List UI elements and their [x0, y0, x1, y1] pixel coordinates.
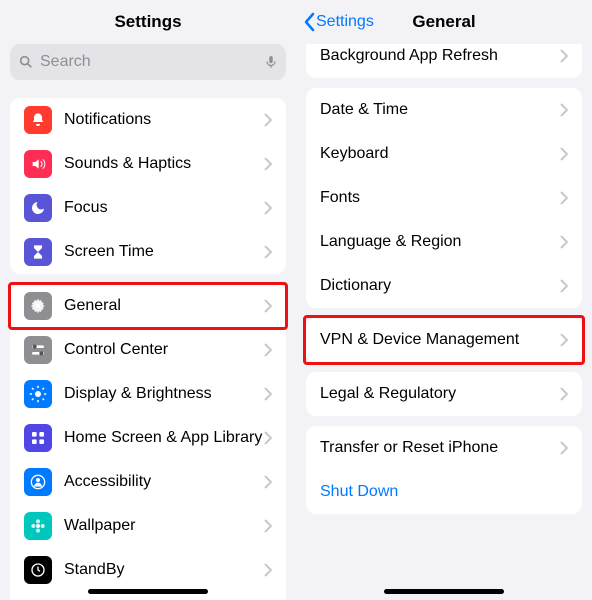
row-label: VPN & Device Management: [320, 331, 560, 349]
home-indicator[interactable]: [88, 589, 208, 594]
mic-icon[interactable]: [264, 53, 278, 71]
row-label: Background App Refresh: [320, 47, 560, 65]
moon-icon: [24, 194, 52, 222]
row-sounds[interactable]: Sounds & Haptics: [10, 142, 286, 186]
row-datetime[interactable]: Date & Time: [306, 88, 582, 132]
sun-icon: [24, 380, 52, 408]
row-accessibility[interactable]: Accessibility: [10, 460, 286, 504]
chevron-right-icon: [560, 147, 568, 161]
chevron-right-icon: [560, 191, 568, 205]
row-transfer[interactable]: Transfer or Reset iPhone: [306, 426, 582, 470]
row-label: Dictionary: [320, 277, 560, 295]
row-general[interactable]: General: [10, 284, 286, 328]
search-bar[interactable]: [10, 44, 286, 80]
row-label: Language & Region: [320, 233, 560, 251]
row-legal[interactable]: Legal & Regulatory: [306, 372, 582, 416]
row-screentime[interactable]: Screen Time: [10, 230, 286, 274]
chevron-right-icon: [264, 387, 272, 401]
row-label: Accessibility: [64, 473, 264, 491]
row-wallpaper[interactable]: Wallpaper: [10, 504, 286, 548]
chevron-right-icon: [560, 235, 568, 249]
row-label: Fonts: [320, 189, 560, 207]
row-standby[interactable]: StandBy: [10, 548, 286, 592]
row-fonts[interactable]: Fonts: [306, 176, 582, 220]
row-label: Focus: [64, 199, 264, 217]
gear-icon: [24, 292, 52, 320]
chevron-right-icon: [560, 103, 568, 117]
back-label: Settings: [316, 13, 374, 31]
row-label: Transfer or Reset iPhone: [320, 439, 560, 457]
row-language[interactable]: Language & Region: [306, 220, 582, 264]
settings-title: Settings: [114, 12, 181, 32]
row-shutdown[interactable]: Shut Down: [306, 470, 582, 514]
row-label: Display & Brightness: [64, 385, 264, 403]
chevron-right-icon: [264, 201, 272, 215]
chevron-right-icon: [264, 563, 272, 577]
row-label: Notifications: [64, 111, 264, 129]
general-header: Settings General: [296, 0, 592, 44]
row-label: StandBy: [64, 561, 264, 579]
row-vpn[interactable]: VPN & Device Management: [306, 318, 582, 362]
chevron-right-icon: [264, 519, 272, 533]
row-label: Wallpaper: [64, 517, 264, 535]
hourglass-icon: [24, 238, 52, 266]
chevron-right-icon: [264, 113, 272, 127]
search-icon: [18, 54, 34, 70]
row-homescreen[interactable]: Home Screen & App Library: [10, 416, 286, 460]
chevron-right-icon: [560, 333, 568, 347]
row-focus[interactable]: Focus: [10, 186, 286, 230]
bell-icon: [24, 106, 52, 134]
speaker-icon: [24, 150, 52, 178]
chevron-right-icon: [560, 387, 568, 401]
chevron-right-icon: [560, 441, 568, 455]
person-icon: [24, 468, 52, 496]
row-label: General: [64, 297, 264, 315]
chevron-right-icon: [264, 475, 272, 489]
row-bgrefresh[interactable]: Background App Refresh: [306, 44, 582, 78]
chevron-right-icon: [264, 299, 272, 313]
clock-icon: [24, 556, 52, 584]
chevron-right-icon: [264, 431, 272, 445]
chevron-right-icon: [560, 49, 568, 63]
row-label: Shut Down: [320, 483, 568, 501]
search-input[interactable]: [34, 53, 264, 71]
row-label: Date & Time: [320, 101, 560, 119]
home-indicator[interactable]: [384, 589, 504, 594]
chevron-right-icon: [560, 279, 568, 293]
settings-header: Settings: [0, 0, 296, 44]
general-pane: Settings General Background App Refresh …: [296, 0, 592, 600]
grid-icon: [24, 424, 52, 452]
row-label: Control Center: [64, 341, 264, 359]
toggles-icon: [24, 336, 52, 364]
search-wrap: [0, 44, 296, 88]
chevron-left-icon: [304, 12, 316, 32]
general-list[interactable]: Background App Refresh Date & Time Keybo…: [296, 44, 592, 600]
chevron-right-icon: [264, 245, 272, 259]
chevron-right-icon: [264, 343, 272, 357]
row-keyboard[interactable]: Keyboard: [306, 132, 582, 176]
flower-icon: [24, 512, 52, 540]
row-label: Legal & Regulatory: [320, 385, 560, 403]
row-label: Keyboard: [320, 145, 560, 163]
chevron-right-icon: [264, 157, 272, 171]
row-controlcenter[interactable]: Control Center: [10, 328, 286, 372]
settings-list[interactable]: Notifications Sounds & Haptics Focus Scr…: [0, 88, 296, 600]
row-display[interactable]: Display & Brightness: [10, 372, 286, 416]
row-label: Home Screen & App Library: [64, 429, 264, 447]
row-label: Screen Time: [64, 243, 264, 261]
row-notifications[interactable]: Notifications: [10, 98, 286, 142]
back-button[interactable]: Settings: [304, 12, 374, 32]
settings-pane: Settings Notifications Sounds & Haptics: [0, 0, 296, 600]
general-title: General: [412, 12, 475, 32]
row-dictionary[interactable]: Dictionary: [306, 264, 582, 308]
row-label: Sounds & Haptics: [64, 155, 264, 173]
